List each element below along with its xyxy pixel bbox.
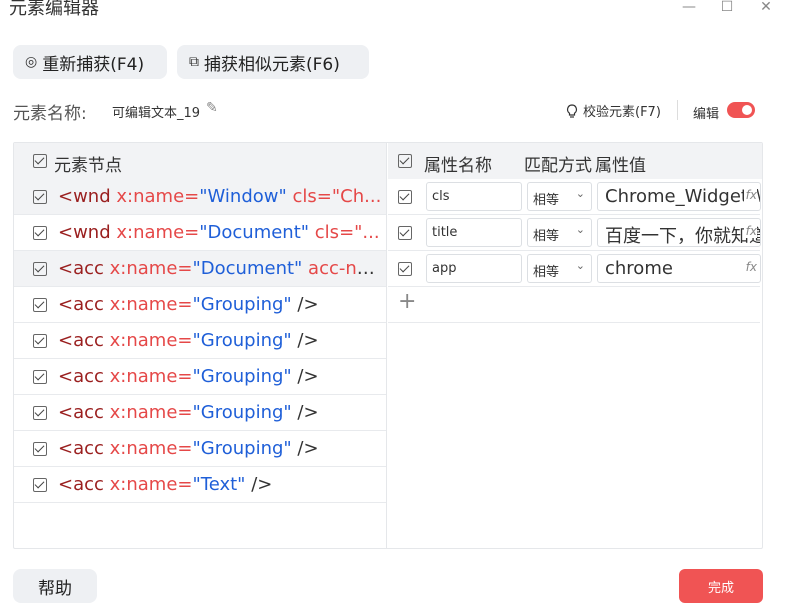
node-row[interactable]: <acc x:name="Grouping" /> xyxy=(14,395,386,431)
attribute-checkbox[interactable] xyxy=(398,262,412,276)
node-checkbox[interactable] xyxy=(33,334,47,348)
edit-label: 编辑 xyxy=(693,107,720,122)
node-checkbox[interactable] xyxy=(33,190,47,204)
node-row[interactable]: <wnd x:name="Window" cls="Ch... xyxy=(14,179,386,215)
chevron-down-icon: ⌄ xyxy=(575,223,585,236)
match-mode-header: 匹配方式 xyxy=(524,156,592,176)
verify-element-button[interactable]: 校验元素(F7) xyxy=(566,101,661,120)
plus-icon[interactable]: + xyxy=(398,289,416,314)
node-checkbox[interactable] xyxy=(33,262,47,276)
attribute-value-text: chrome xyxy=(605,258,673,279)
capture-similar-button[interactable]: ⧉ 捕获相似元素(F6) xyxy=(177,45,369,79)
node-row[interactable]: <acc x:name="Grouping" /> xyxy=(14,323,386,359)
fx-icon[interactable]: fx xyxy=(743,260,757,274)
node-checkbox[interactable] xyxy=(33,298,47,312)
attribute-value-field[interactable]: Chrome_WidgetWin_1fx xyxy=(597,182,761,211)
match-mode-value: 相等 xyxy=(533,193,560,208)
match-mode-select[interactable]: 相等 ⌄ xyxy=(527,254,592,283)
node-text: <acc x:name="Grouping" /> xyxy=(58,402,319,423)
capture-similar-icon: ⧉ xyxy=(189,54,199,70)
node-text: <acc x:name="Grouping" /> xyxy=(58,366,319,387)
node-text: <acc x:name="Document" acc-na... xyxy=(58,258,383,279)
target-icon: ◎ xyxy=(25,54,38,70)
edit-toggle[interactable] xyxy=(727,102,755,118)
node-text: <acc x:name="Grouping" /> xyxy=(58,294,319,315)
node-text: <acc x:name="Grouping" /> xyxy=(58,438,319,459)
chevron-down-icon: ⌄ xyxy=(575,259,585,272)
chevron-down-icon: ⌄ xyxy=(575,187,585,200)
attribute-name-field[interactable]: cls xyxy=(426,182,522,211)
attribute-checkbox[interactable] xyxy=(398,190,412,204)
pencil-icon[interactable]: ✎ xyxy=(206,100,218,116)
node-text: <acc x:name="Grouping" /> xyxy=(58,330,319,351)
verify-label: 校验元素(F7) xyxy=(583,105,661,120)
node-checkbox[interactable] xyxy=(33,406,47,420)
node-row[interactable]: <acc x:name="Text" /> xyxy=(14,467,386,503)
close-icon[interactable]: ✕ xyxy=(756,0,776,16)
match-mode-value: 相等 xyxy=(533,265,560,280)
divider xyxy=(677,100,678,120)
attribute-name-field[interactable]: app xyxy=(426,254,522,283)
attributes-panel: 属性名称 匹配方式 属性值 cls 相等 ⌄ Chrome_WidgetWin_1… xyxy=(388,143,762,548)
element-nodes-panel: 元素节点 <wnd x:name="Window" cls="Ch... <wn… xyxy=(14,143,387,548)
capture-similar-label: 捕获相似元素(F6) xyxy=(204,54,340,75)
attribute-value-text: 百度一下，你就知道 xyxy=(605,226,761,247)
node-text: <wnd x:name="Document" cls="... xyxy=(58,222,380,243)
attr-name-header: 属性名称 xyxy=(424,156,492,176)
attribute-row: title 相等 ⌄ 百度一下，你就知道 fx xyxy=(388,215,761,251)
attribute-row: cls 相等 ⌄ Chrome_WidgetWin_1fx xyxy=(388,179,761,215)
node-text: <wnd x:name="Window" cls="Ch... xyxy=(58,186,382,207)
match-mode-select[interactable]: 相等 ⌄ xyxy=(527,218,592,247)
node-row[interactable]: <wnd x:name="Document" cls="... xyxy=(14,215,386,251)
attr-value-header: 属性值 xyxy=(595,156,646,176)
nodes-header-label: 元素节点 xyxy=(54,156,122,176)
lightbulb-icon xyxy=(566,103,578,118)
node-row[interactable]: <acc x:name="Grouping" /> xyxy=(14,431,386,467)
node-row[interactable]: <acc x:name="Grouping" /> xyxy=(14,287,386,323)
attribute-row: app 相等 ⌄ chrome fx xyxy=(388,251,761,287)
node-text: <acc x:name="Text" /> xyxy=(58,474,273,495)
title-bar: 元素编辑器 — ☐ ✕ xyxy=(0,0,785,22)
fx-icon[interactable]: fx xyxy=(743,188,757,202)
attribute-value-text: Chrome_WidgetWin_1 xyxy=(605,186,760,207)
match-mode-select[interactable]: 相等 ⌄ xyxy=(527,182,592,211)
element-name-label: 元素名称: xyxy=(13,104,87,124)
select-all-attributes-checkbox[interactable] xyxy=(398,154,412,168)
node-checkbox[interactable] xyxy=(33,478,47,492)
help-button[interactable]: 帮助 xyxy=(13,569,97,603)
attribute-checkbox[interactable] xyxy=(398,226,412,240)
element-name-value: 可编辑文本_19 xyxy=(112,106,201,121)
attribute-value-field[interactable]: chrome fx xyxy=(597,254,761,283)
recapture-label: 重新捕获(F4) xyxy=(42,54,145,75)
editor-panel: 元素节点 <wnd x:name="Window" cls="Ch... <wn… xyxy=(13,142,763,549)
fx-icon[interactable]: fx xyxy=(743,224,757,238)
node-checkbox[interactable] xyxy=(33,226,47,240)
match-mode-value: 相等 xyxy=(533,229,560,244)
minimize-icon[interactable]: — xyxy=(679,0,699,16)
select-all-nodes-checkbox[interactable] xyxy=(33,154,47,168)
done-button[interactable]: 完成 xyxy=(679,569,763,603)
add-attribute-row: + xyxy=(388,287,760,323)
maximize-icon[interactable]: ☐ xyxy=(717,0,737,16)
attributes-header: 属性名称 匹配方式 属性值 xyxy=(388,143,762,179)
attribute-value-field[interactable]: 百度一下，你就知道 fx xyxy=(597,218,761,247)
recapture-button[interactable]: ◎ 重新捕获(F4) xyxy=(13,45,167,79)
attribute-name-field[interactable]: title xyxy=(426,218,522,247)
node-row[interactable]: <acc x:name="Grouping" /> xyxy=(14,359,386,395)
node-checkbox[interactable] xyxy=(33,370,47,384)
nodes-header: 元素节点 xyxy=(14,143,386,179)
node-checkbox[interactable] xyxy=(33,442,47,456)
window-title: 元素编辑器 xyxy=(9,0,99,19)
node-row[interactable]: <acc x:name="Document" acc-na... xyxy=(14,251,386,287)
